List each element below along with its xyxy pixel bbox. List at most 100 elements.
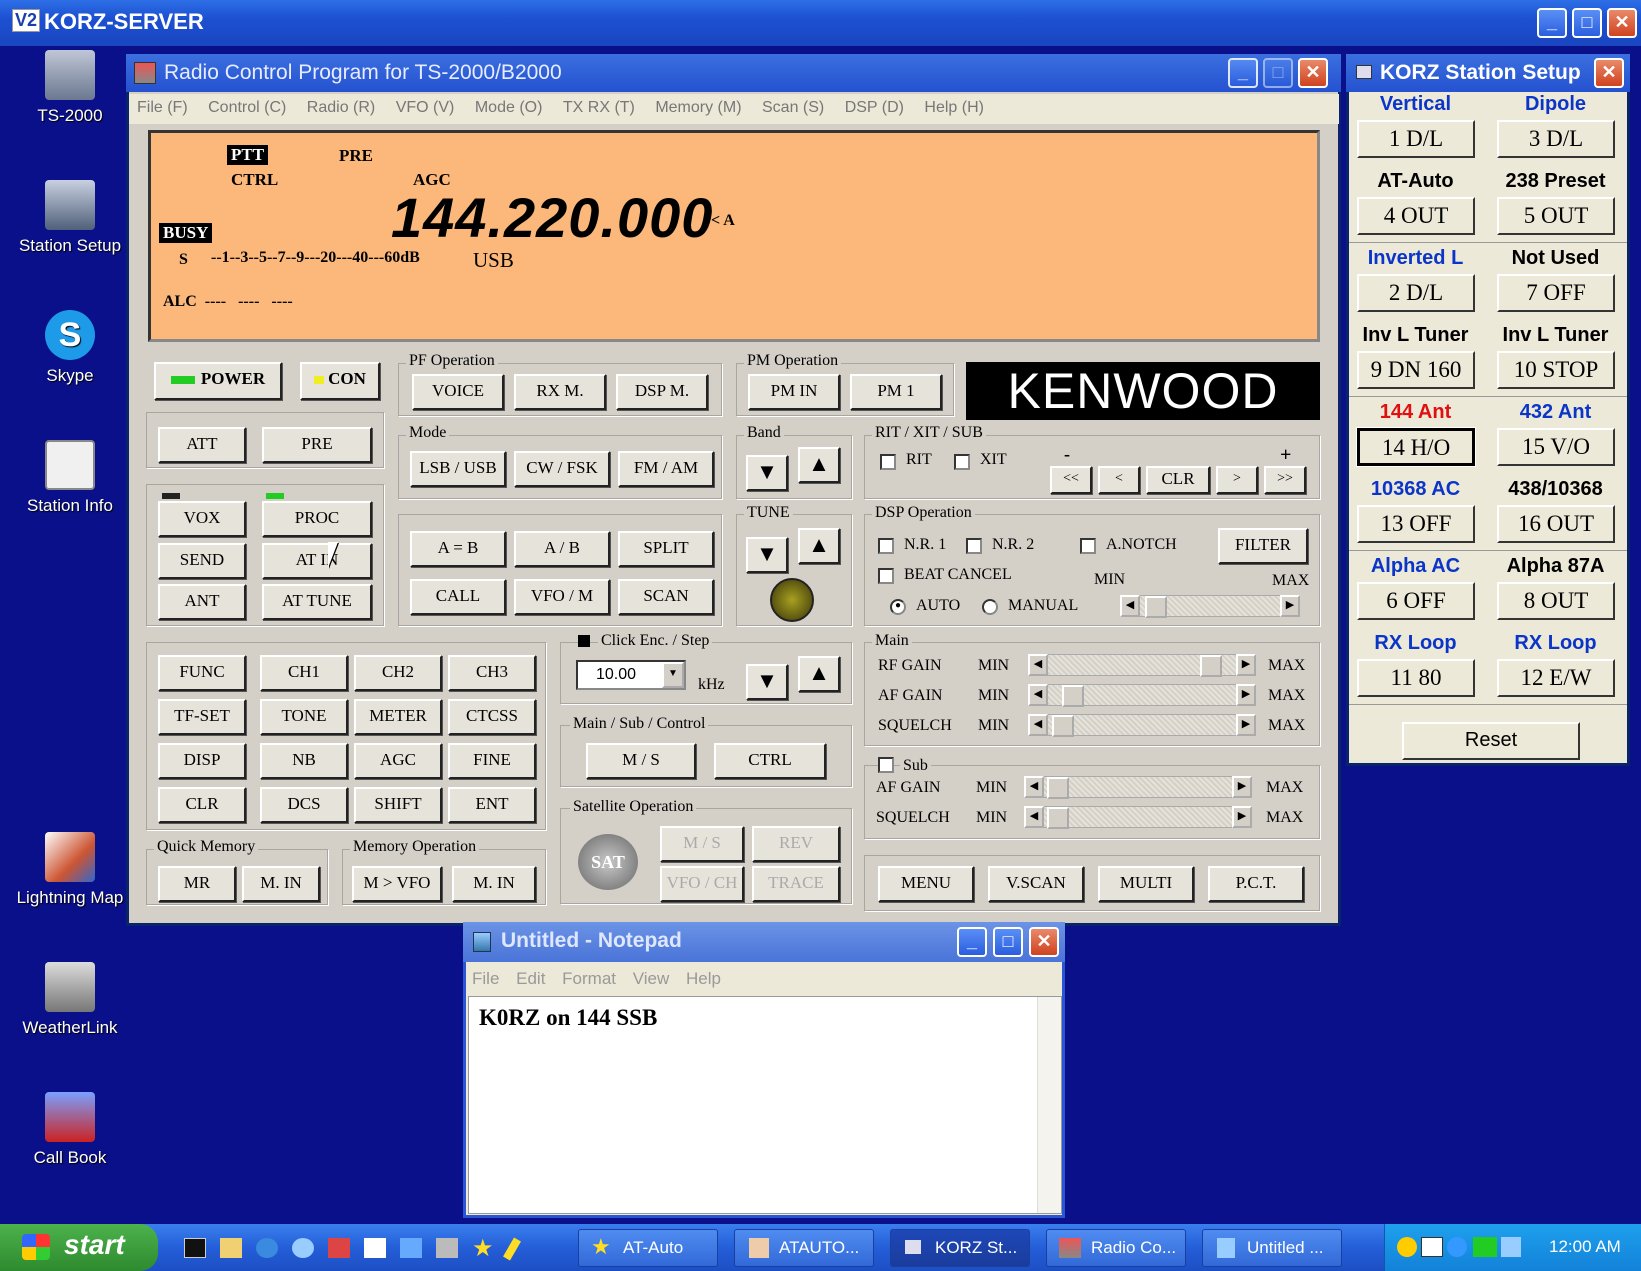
station-cell-button[interactable]: 6 OFF bbox=[1357, 582, 1475, 620]
sub-squelch-slider[interactable] bbox=[1024, 806, 1252, 829]
tray-smiley-icon[interactable] bbox=[1397, 1237, 1417, 1257]
step-select[interactable]: 10.00 ▼ bbox=[576, 660, 686, 690]
ch2-button[interactable]: CH2 bbox=[354, 655, 442, 691]
ch1-button[interactable]: CH1 bbox=[260, 655, 348, 691]
auto-radio[interactable]: ● bbox=[890, 599, 906, 615]
v2-app-icon[interactable] bbox=[364, 1238, 386, 1258]
rit-down-button[interactable]: < bbox=[1098, 466, 1140, 494]
meter-button[interactable]: METER bbox=[354, 699, 442, 735]
desktop-icon-weatherlink[interactable]: WeatherLink bbox=[10, 962, 130, 1038]
document-app-icon[interactable] bbox=[400, 1238, 422, 1258]
a-b-button[interactable]: A / B bbox=[514, 531, 610, 567]
filter-button[interactable]: FILTER bbox=[1218, 528, 1308, 564]
station-cell-button[interactable]: 10 STOP bbox=[1497, 351, 1615, 389]
station-close-button[interactable]: ✕ bbox=[1594, 58, 1624, 88]
station-cell-button[interactable]: 16 OUT bbox=[1497, 505, 1615, 543]
menu-file[interactable]: File (F) bbox=[137, 99, 188, 117]
rit-clear-button[interactable]: CLR bbox=[1146, 466, 1210, 494]
tray-monitor-icon[interactable] bbox=[1473, 1237, 1497, 1257]
desktop-icon-skype[interactable]: S Skype bbox=[10, 310, 130, 386]
grid-app-icon[interactable] bbox=[436, 1238, 458, 1258]
xit-checkbox[interactable] bbox=[954, 454, 970, 470]
station-cell-button[interactable]: 8 OUT bbox=[1497, 582, 1615, 620]
notepad-menu-help[interactable]: Help bbox=[686, 969, 721, 989]
menu-txrx[interactable]: TX RX (T) bbox=[563, 99, 635, 117]
tune-up-button[interactable]: ▲ bbox=[798, 528, 840, 564]
minimize-button[interactable]: _ bbox=[1537, 8, 1567, 38]
ant-button[interactable]: ANT bbox=[158, 584, 246, 620]
rit-fast-down-button[interactable]: << bbox=[1050, 466, 1092, 494]
disp-button[interactable]: DISP bbox=[158, 743, 246, 779]
nr2-checkbox[interactable] bbox=[966, 538, 982, 554]
rx-m-button[interactable]: RX M. bbox=[514, 374, 606, 410]
rf-gain-left-arrow[interactable]: ◀ bbox=[1028, 654, 1048, 676]
ch3-button[interactable]: CH3 bbox=[448, 655, 536, 691]
power-button[interactable]: POWER bbox=[154, 362, 282, 400]
task-notepad[interactable]: Untitled ... bbox=[1202, 1229, 1342, 1267]
sat-ms-button[interactable]: M / S bbox=[660, 826, 744, 862]
clr-button[interactable]: CLR bbox=[158, 787, 246, 823]
vox-button[interactable]: VOX bbox=[158, 501, 246, 537]
squelch-slider[interactable] bbox=[1028, 714, 1256, 737]
rcp-close-button[interactable]: ✕ bbox=[1298, 58, 1328, 88]
station-cell-button[interactable]: 1 D/L bbox=[1357, 120, 1475, 158]
menu-dsp[interactable]: DSP (D) bbox=[845, 99, 904, 117]
station-cell-button[interactable]: 2 D/L bbox=[1357, 274, 1475, 312]
sub-checkbox[interactable] bbox=[878, 757, 894, 773]
quick-m-in-button[interactable]: M. IN bbox=[242, 866, 320, 902]
nr1-checkbox[interactable] bbox=[878, 538, 894, 554]
folder-icon[interactable] bbox=[220, 1238, 242, 1258]
scan-button[interactable]: SCAN bbox=[618, 579, 714, 615]
rit-up-button[interactable]: > bbox=[1216, 466, 1258, 494]
rf-gain-slider[interactable] bbox=[1028, 654, 1256, 677]
memory-m-in-button[interactable]: M. IN bbox=[452, 866, 536, 902]
sub-squelch-left-arrow[interactable]: ◀ bbox=[1024, 806, 1044, 828]
dcs-button[interactable]: DCS bbox=[260, 787, 348, 823]
anotch-checkbox[interactable] bbox=[1080, 538, 1096, 554]
internet-explorer-icon[interactable] bbox=[256, 1238, 278, 1258]
sub-af-gain-slider[interactable] bbox=[1024, 776, 1252, 799]
menu-radio[interactable]: Radio (R) bbox=[307, 99, 375, 117]
notepad-maximize-button[interactable]: □ bbox=[993, 927, 1023, 957]
close-button[interactable]: ✕ bbox=[1607, 8, 1637, 38]
dsp-slider[interactable] bbox=[1120, 595, 1300, 618]
pre-button[interactable]: PRE bbox=[262, 427, 372, 463]
sat-vfo-ch-button[interactable]: VFO / CH bbox=[660, 866, 744, 902]
notepad-scrollbar[interactable] bbox=[1037, 997, 1061, 1213]
call-button[interactable]: CALL bbox=[410, 579, 506, 615]
band-down-button[interactable]: ▼ bbox=[746, 455, 788, 491]
station-cell-button[interactable]: 5 OUT bbox=[1497, 197, 1615, 235]
pen-icon[interactable] bbox=[503, 1237, 521, 1261]
squelch-thumb[interactable] bbox=[1052, 715, 1075, 737]
chevron-down-icon[interactable]: ▼ bbox=[662, 662, 684, 688]
cw-fsk-button[interactable]: CW / FSK bbox=[514, 451, 610, 487]
menu-control[interactable]: Control (C) bbox=[208, 99, 286, 117]
menu-help[interactable]: Help (H) bbox=[924, 99, 984, 117]
split-button[interactable]: SPLIT bbox=[618, 531, 714, 567]
af-gain-thumb[interactable] bbox=[1061, 685, 1084, 707]
task-radio-control[interactable]: Radio Co... bbox=[1046, 1229, 1186, 1267]
notepad-text-area[interactable]: K0RZ on 144 SSB bbox=[468, 996, 1062, 1214]
control-button[interactable]: CTRL bbox=[714, 743, 826, 779]
menu-button[interactable]: MENU bbox=[878, 866, 974, 902]
vfo-m-button[interactable]: VFO / M bbox=[514, 579, 610, 615]
notepad-close-button[interactable]: ✕ bbox=[1029, 927, 1059, 957]
main-sub-button[interactable]: M / S bbox=[586, 743, 696, 779]
pct-button[interactable]: P.C.T. bbox=[1208, 866, 1304, 902]
station-cell-button[interactable]: 9 DN 160 bbox=[1357, 351, 1475, 389]
rf-gain-thumb[interactable] bbox=[1199, 655, 1222, 677]
ctcss-button[interactable]: CTCSS bbox=[448, 699, 536, 735]
desktop-icon-station-setup[interactable]: Station Setup bbox=[10, 180, 130, 256]
sub-squelch-thumb[interactable] bbox=[1047, 807, 1069, 829]
con-button[interactable]: CON bbox=[300, 362, 380, 400]
nb-button[interactable]: NB bbox=[260, 743, 348, 779]
band-up-button[interactable]: ▲ bbox=[798, 447, 840, 483]
sat-trace-button[interactable]: TRACE bbox=[752, 866, 840, 902]
maximize-button[interactable]: □ bbox=[1572, 8, 1602, 38]
pm-in-button[interactable]: PM IN bbox=[748, 374, 840, 410]
task-at-auto[interactable]: ★ AT-Auto bbox=[578, 1229, 718, 1267]
sat-rev-button[interactable]: REV bbox=[752, 826, 840, 862]
desktop-icon-lightning-map[interactable]: Lightning Map bbox=[10, 832, 130, 908]
task-atauto[interactable]: ATAUTO... bbox=[734, 1229, 874, 1267]
af-gain-right-arrow[interactable]: ▶ bbox=[1236, 684, 1256, 706]
